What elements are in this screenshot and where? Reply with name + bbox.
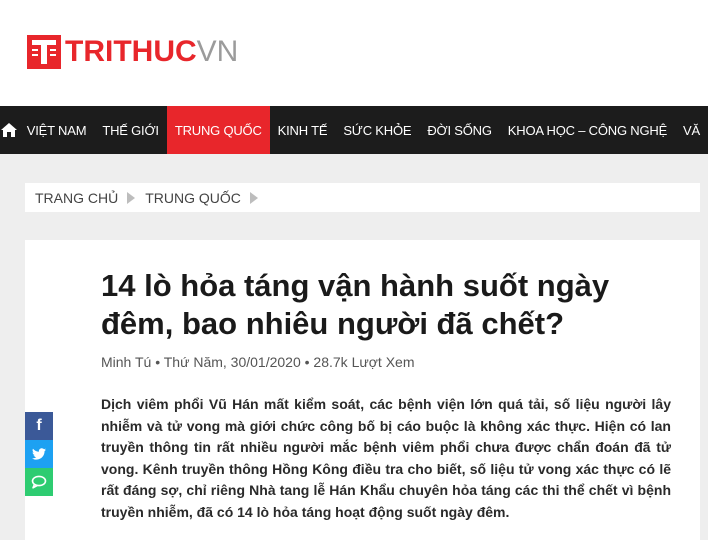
share-comment-button[interactable] (25, 468, 53, 496)
nav-item-doi-song[interactable]: ĐỜI SỐNG (419, 106, 499, 154)
logo-text-suffix: VN (196, 35, 239, 68)
article-lead: Dịch viêm phổi Vũ Hán mất kiểm soát, các… (101, 396, 671, 520)
facebook-icon: f (36, 417, 42, 434)
breadcrumb-arrow-icon (249, 191, 258, 204)
nav-item-trung-quoc[interactable]: TRUNG QUỐC (166, 106, 270, 154)
twitter-icon (32, 448, 46, 460)
nav-item-kinh-te[interactable]: KINH TẾ (270, 106, 336, 154)
breadcrumb-arrow-icon (127, 191, 136, 204)
article-card: 14 lò hỏa táng vận hành suốt ngày đêm, b… (25, 240, 700, 540)
comment-icon (31, 475, 47, 489)
nav-item-viet-nam[interactable]: VIỆT NAM (19, 106, 95, 154)
logo-text-brand: TRITHUC (65, 35, 197, 68)
main-nav: VIỆT NAM THẾ GIỚI TRUNG QUỐC KINH TẾ SỨC… (0, 106, 708, 154)
nav-item-khoa-hoc-cong-nghe[interactable]: KHOA HỌC – CÔNG NGHỆ (500, 106, 675, 154)
article-meta: Minh Tú • Thứ Năm, 30/01/2020 • 28.7k Lư… (101, 354, 415, 370)
share-twitter-button[interactable] (25, 440, 53, 468)
logo-mark-icon (27, 35, 61, 69)
site-header: TRITHUCVN (0, 0, 708, 106)
nav-home-button[interactable] (0, 106, 19, 154)
breadcrumb-home-link[interactable]: TRANG CHỦ (25, 190, 118, 206)
site-logo[interactable]: TRITHUCVN (27, 35, 238, 69)
nav-item-the-gioi[interactable]: THẾ GIỚI (94, 106, 167, 154)
nav-item-van-hoa[interactable]: VĂ (675, 106, 708, 154)
home-icon (1, 123, 18, 137)
breadcrumb: TRANG CHỦ TRUNG QUỐC (25, 183, 700, 212)
breadcrumb-category-link[interactable]: TRUNG QUỐC (135, 190, 241, 206)
nav-item-suc-khoe[interactable]: SỨC KHỎE (335, 106, 419, 154)
article-title: 14 lò hỏa táng vận hành suốt ngày đêm, b… (101, 268, 610, 341)
share-facebook-button[interactable]: f (25, 412, 53, 440)
